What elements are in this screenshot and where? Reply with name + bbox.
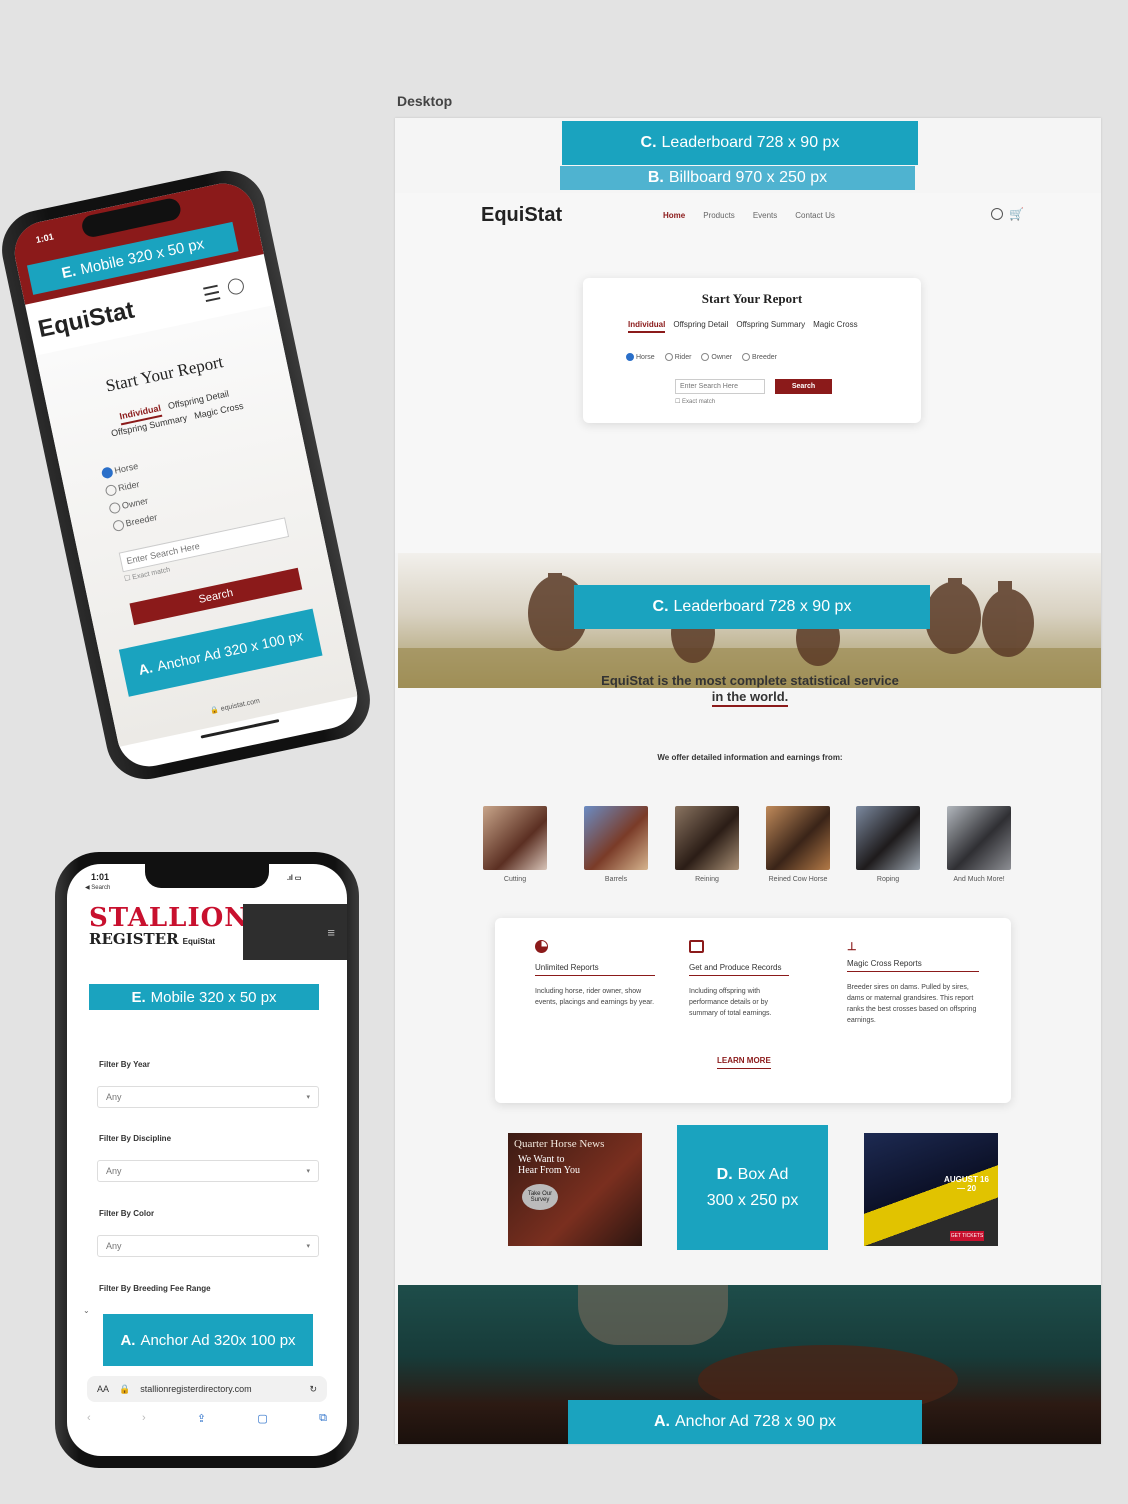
hierarchy-icon: ⊥: [847, 941, 857, 953]
chevron-down-icon: ▾: [306, 1168, 310, 1175]
leaderboard-mid-ad[interactable]: C. Leaderboard 728 x 90 px: [574, 585, 930, 629]
barrels-image: [584, 806, 648, 870]
phone2-status-icons: .ıl ▭: [287, 875, 302, 882]
anchor-desktop-ad[interactable]: A. Anchor Ad 728 x 90 px: [568, 1400, 922, 1444]
start-report-card: Start Your Report Individual Offspring D…: [583, 278, 921, 423]
desktop-mockup: B. Billboard 970 x 250 px C. Leaderboard 7…: [395, 118, 1101, 1444]
nav-home[interactable]: Home: [663, 211, 685, 220]
search-input[interactable]: [675, 379, 765, 394]
phone1-screen: 1:01 E. Mobile 320 x 50 px EquiStat ☰ Sta…: [8, 177, 364, 773]
phone2-notch: [145, 864, 269, 888]
phone1-menu-icon[interactable]: ☰: [201, 280, 224, 308]
phone2-collapse-chevron[interactable]: ⌄: [83, 1306, 90, 1315]
report-radios: Horse Rider Owner Breeder: [626, 353, 777, 361]
tab-individual[interactable]: Individual: [628, 320, 666, 333]
filter-discipline-label: Filter By Discipline: [99, 1134, 172, 1143]
radio-horse[interactable]: Horse: [626, 353, 655, 361]
main-headline: EquiStat is the most complete statistica…: [545, 673, 955, 707]
phone2-anchor-ad[interactable]: A. Anchor Ad 320x 100 px: [103, 1314, 313, 1366]
chevron-down-icon: ▾: [306, 1094, 310, 1101]
radio-breeder[interactable]: Breeder: [742, 353, 777, 361]
discipline-reined-cow-horse[interactable]: Reined Cow Horse: [766, 806, 843, 883]
phone2-logo[interactable]: STALLION REGISTER EquiStat: [89, 905, 249, 948]
reining-image: [675, 806, 739, 870]
report-title: Start Your Report: [701, 291, 803, 306]
box-ad[interactable]: D. Box Ad 300 x 250 px: [677, 1125, 828, 1250]
phone2-address-bar[interactable]: AA 🔒 stallionregisterdirectory.com ↻: [87, 1376, 327, 1402]
discipline-cutting[interactable]: Cutting: [483, 806, 560, 883]
phone2-time: 1:01: [91, 872, 110, 882]
radio-rider[interactable]: Rider: [664, 353, 691, 361]
site-logo[interactable]: EquiStat: [481, 204, 562, 227]
subheadline: We offer detailed information and earnin…: [657, 753, 843, 762]
features-card: Unlimited Reports Including horse, rider…: [495, 918, 1011, 1103]
discipline-roping[interactable]: Roping: [856, 806, 933, 883]
nav-contact[interactable]: Contact Us: [795, 211, 835, 220]
billboard-ad[interactable]: B. Billboard 970 x 250 px: [560, 166, 915, 190]
filter-color-label: Filter By Color: [99, 1209, 155, 1218]
phone2-screen: 1:01 ◀ Search .ıl ▭ STALLION REGISTER Eq…: [67, 864, 347, 1456]
phone2-menu-button[interactable]: ≡: [243, 904, 347, 960]
discipline-barrels[interactable]: Barrels: [584, 806, 661, 883]
tab-offspring-detail[interactable]: Offspring Detail: [673, 320, 728, 333]
filter-discipline-select[interactable]: Any ▾: [97, 1160, 319, 1182]
reined-cow-horse-image: [766, 806, 830, 870]
exact-match-checkbox[interactable]: ☐ Exact match: [675, 398, 715, 405]
cart-icon[interactable]: 🛒: [1009, 207, 1024, 221]
chevron-down-icon: ▾: [306, 1243, 310, 1250]
phone1-user-icon[interactable]: [226, 277, 246, 296]
headline-line-2: in the world.: [711, 689, 789, 707]
user-icon[interactable]: [991, 208, 1003, 220]
leaderboard-top-ad[interactable]: C. Leaderboard 728 x 90 px: [562, 121, 918, 165]
nav-events[interactable]: Events: [753, 211, 777, 220]
feature-get-produce: Get and Produce Records Including offspr…: [689, 940, 789, 1019]
main-nav: Home Products Events Contact Us: [663, 211, 835, 220]
tab-offspring-summary[interactable]: Offspring Summary: [736, 320, 805, 333]
cutting-image: [483, 806, 547, 870]
share-icon[interactable]: ⇪: [197, 1412, 206, 1425]
phone-stallion-register: 1:01 ◀ Search .ıl ▭ STALLION REGISTER Eq…: [55, 852, 359, 1468]
phone2-back[interactable]: ◀ Search: [85, 884, 110, 891]
desktop-label: Desktop: [397, 93, 453, 109]
more-image: [947, 806, 1011, 870]
reload-icon[interactable]: ↻: [309, 1384, 317, 1395]
rodeo-event-ad[interactable]: AUGUST 16 — 20 GET TICKETS: [864, 1133, 998, 1246]
back-arrow-icon[interactable]: ‹: [87, 1412, 91, 1425]
filter-year-label: Filter By Year: [99, 1060, 150, 1069]
roping-image: [856, 806, 920, 870]
monitor-icon: [689, 940, 704, 953]
feature-magic-cross: ⊥ Magic Cross Reports Breeder sires on d…: [847, 940, 979, 1026]
filter-year-select[interactable]: Any ▾: [97, 1086, 319, 1108]
phone-equistat: 1:01 E. Mobile 320 x 50 px EquiStat ☰ Sta…: [0, 163, 378, 787]
discipline-reining[interactable]: Reining: [675, 806, 752, 883]
report-tabs: Individual Offspring Detail Offspring Su…: [628, 320, 858, 333]
quarter-horse-news-ad[interactable]: Quarter Horse News We Want to Hear From …: [508, 1133, 642, 1246]
filter-color-select[interactable]: Any ▾: [97, 1235, 319, 1257]
filter-fee-label: Filter By Breeding Fee Range: [99, 1284, 211, 1293]
nav-products[interactable]: Products: [703, 211, 735, 220]
search-button[interactable]: Search: [775, 379, 832, 394]
feature-unlimited: Unlimited Reports Including horse, rider…: [535, 940, 655, 1008]
forward-arrow-icon[interactable]: ›: [142, 1412, 146, 1425]
tab-magic-cross[interactable]: Magic Cross: [813, 320, 857, 333]
phone2-mobile-ad[interactable]: E. Mobile 320 x 50 px: [89, 984, 319, 1010]
discipline-more[interactable]: And Much More!: [947, 806, 1024, 883]
bookmarks-icon[interactable]: ▢: [257, 1412, 267, 1425]
pie-chart-icon: [535, 940, 548, 953]
learn-more-link[interactable]: LEARN MORE: [717, 1056, 771, 1069]
radio-owner[interactable]: Owner: [701, 353, 732, 361]
phone2-toolbar: ‹ › ⇪ ▢ ⧉: [87, 1412, 327, 1425]
lock-icon: 🔒: [119, 1383, 131, 1394]
tabs-icon[interactable]: ⧉: [319, 1412, 327, 1425]
